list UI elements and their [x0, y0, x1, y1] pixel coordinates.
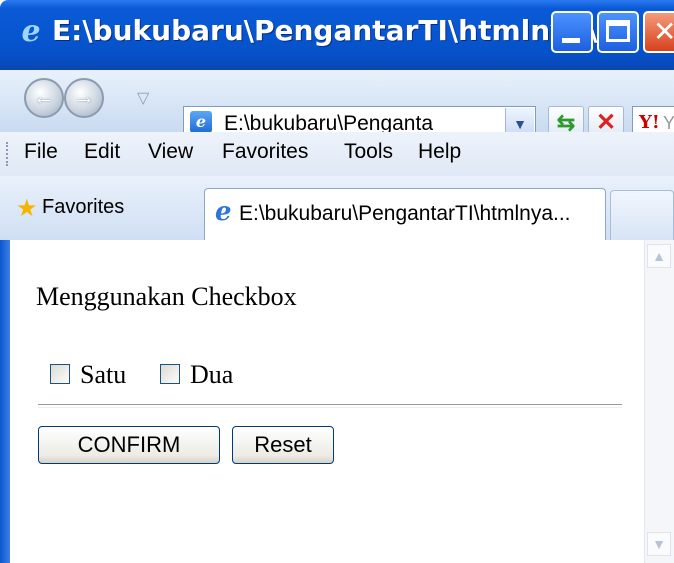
tab-active[interactable]: e E:\bukubaru\PengantarTI\htmlnya...	[204, 188, 606, 240]
menu-help[interactable]: Help	[418, 140, 461, 164]
new-tab-button[interactable]	[610, 190, 674, 240]
maximize-button[interactable]	[597, 11, 639, 53]
search-placeholder: Ya	[663, 113, 674, 133]
reset-button[interactable]: Reset	[232, 426, 334, 464]
title-bar: e E:\bukubaru\PengantarTI\htmlnya\...	[0, 0, 674, 70]
back-button[interactable]: ←	[24, 78, 64, 118]
browser-window: e E:\bukubaru\PengantarTI\htmlnya\... ← …	[0, 0, 674, 563]
toolbar-grip[interactable]	[6, 142, 11, 166]
window-left-border	[0, 240, 10, 563]
window-title: E:\bukubaru\PengantarTI\htmlnya\...	[52, 14, 630, 47]
navigation-bar: ← → ▽ e E:\bukubaru\Penganta ▼ ⇆ ✕ Y! Ya	[0, 70, 674, 142]
menu-view[interactable]: View	[148, 140, 193, 164]
forward-arrow-icon: →	[73, 84, 95, 109]
favorites-button[interactable]: Favorites	[42, 196, 124, 219]
yahoo-icon: Y!	[639, 112, 660, 133]
checkbox-satu[interactable]	[50, 364, 70, 384]
page-heading: Menggunakan Checkbox	[36, 282, 297, 311]
menu-edit[interactable]: Edit	[84, 140, 120, 164]
confirm-button[interactable]: CONFIRM	[38, 426, 220, 464]
close-button[interactable]	[643, 11, 674, 53]
horizontal-rule	[38, 404, 622, 408]
favorites-tab-bar: ★ Favorites e E:\bukubaru\PengantarTI\ht…	[0, 176, 674, 242]
ie-icon: e	[21, 14, 41, 49]
menu-file[interactable]: File	[24, 140, 58, 164]
vertical-scrollbar[interactable]: ▲ ▼	[644, 240, 674, 563]
scroll-up-icon[interactable]: ▲	[647, 244, 671, 268]
scroll-down-icon[interactable]: ▼	[647, 532, 671, 556]
recent-pages-dropdown-icon[interactable]: ▽	[137, 88, 149, 108]
menu-bar: File Edit View Favorites Tools Help	[0, 132, 674, 177]
menu-favorites[interactable]: Favorites	[222, 140, 308, 164]
minimize-button[interactable]	[551, 11, 593, 53]
ie-icon: e	[215, 197, 232, 227]
menu-tools[interactable]: Tools	[344, 140, 393, 164]
star-icon: ★	[16, 195, 38, 222]
checkbox-label-satu: Satu	[80, 360, 127, 389]
page-icon: e	[190, 111, 212, 133]
tab-title: E:\bukubaru\PengantarTI\htmlnya...	[239, 202, 571, 225]
page-content: Menggunakan Checkbox Satu Dua CONFIRM Re…	[0, 240, 674, 563]
forward-button[interactable]: →	[64, 78, 104, 118]
back-arrow-icon: ←	[33, 84, 55, 109]
checkbox-dua[interactable]	[160, 364, 180, 384]
checkbox-label-dua: Dua	[190, 360, 234, 389]
